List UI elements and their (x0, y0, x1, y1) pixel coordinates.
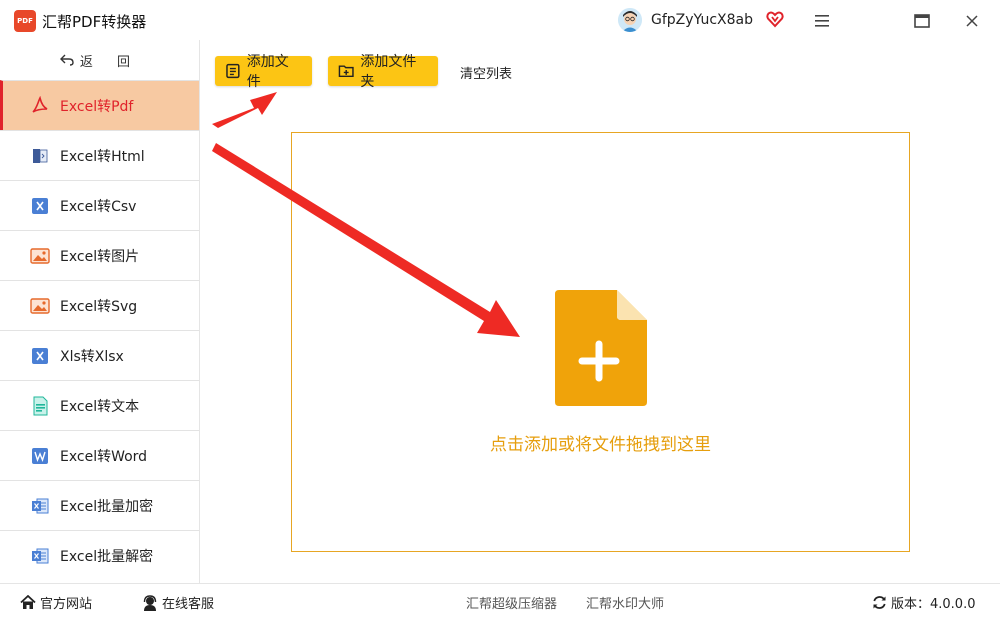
sidebar-item-label: Excel批量解密 (60, 548, 154, 565)
watermark-master-link[interactable]: 汇帮水印大师 (586, 593, 664, 612)
sidebar-item-excel-to-html[interactable]: Excel转Html (0, 130, 199, 180)
official-site-link[interactable]: 官方网站 (20, 593, 92, 612)
file-list-icon (226, 63, 240, 79)
online-service-label: 在线客服 (162, 597, 215, 612)
sidebar-item-excel-to-csv[interactable]: Excel转Csv (0, 180, 199, 230)
word-icon (32, 447, 48, 464)
excel-file-icon (32, 498, 49, 513)
compressor-link[interactable]: 汇帮超级压缩器 (466, 593, 557, 612)
add-file-button[interactable]: 添加文件 (215, 54, 312, 90)
home-icon (20, 595, 36, 609)
username[interactable]: GfpZyYucX8ab (651, 12, 753, 28)
pdf-icon (32, 95, 48, 113)
footer-bar: 官方网站 在线客服 汇帮超级压缩器 汇帮水印大师 版本：4.0.0.0 (0, 583, 1000, 617)
sidebar-item-label: Excel转Pdf (60, 98, 134, 115)
sidebar-item-excel-to-image[interactable]: Excel转图片 (0, 230, 199, 280)
back-label: 返 回 (79, 54, 141, 70)
back-button[interactable]: 返 回 (0, 40, 200, 80)
version-info: 版本：4.0.0.0 (872, 593, 975, 612)
clear-list-button[interactable]: 清空列表 (460, 63, 512, 82)
sidebar-item-label: Excel批量加密 (60, 498, 154, 515)
app-title: 汇帮PDF转换器 (42, 13, 147, 31)
version-label: 版本：4.0.0.0 (891, 597, 976, 612)
sidebar-item-excel-to-word[interactable]: Excel转Word (0, 430, 199, 480)
avatar[interactable] (618, 8, 642, 32)
excel-x-icon (32, 347, 48, 364)
sidebar-item-label: Excel转Svg (60, 298, 138, 315)
sidebar-item-xls-to-xlsx[interactable]: Xls转Xlsx (0, 330, 199, 380)
sidebar-item-label: Excel转图片 (60, 248, 140, 265)
sidebar-item-excel-to-svg[interactable]: Excel转Svg (0, 280, 199, 330)
maximize-icon[interactable] (908, 8, 936, 34)
title-bar: PDF 汇帮PDF转换器 GfpZyYucX8ab (0, 0, 1000, 40)
sidebar-item-label: Excel转Word (60, 448, 148, 465)
html-doc-icon (33, 148, 48, 163)
sidebar-item-excel-to-pdf[interactable]: Excel转Pdf (0, 80, 199, 130)
add-file-label: 添加文件 (246, 54, 289, 90)
app-logo-icon: PDF (14, 10, 36, 32)
sidebar-item-excel-to-text[interactable]: Excel转文本 (0, 380, 199, 430)
excel-x-icon (32, 197, 48, 214)
close-icon[interactable] (958, 8, 986, 34)
menu-icon[interactable] (808, 8, 836, 34)
add-folder-label: 添加文件夹 (360, 54, 417, 90)
excel-file-icon (32, 548, 49, 563)
sidebar: 返 回 Excel转Pdf Excel转Html Excel转Csv Excel… (0, 40, 200, 583)
arrow-to-add-file (212, 92, 277, 128)
official-site-label: 官方网站 (40, 597, 93, 612)
folder-add-icon (338, 65, 354, 78)
customer-service-icon (143, 594, 157, 611)
online-service-link[interactable]: 在线客服 (142, 593, 214, 612)
vip-heart-icon[interactable] (766, 10, 784, 28)
sidebar-item-label: Excel转Csv (60, 198, 137, 215)
refresh-icon (873, 596, 886, 609)
text-doc-icon (33, 396, 48, 415)
back-arrow-icon (59, 54, 74, 66)
add-folder-button[interactable]: 添加文件夹 (328, 54, 438, 90)
sidebar-item-label: Xls转Xlsx (60, 348, 124, 365)
sidebar-item-excel-batch-decrypt[interactable]: Excel批量解密 (0, 530, 199, 580)
sidebar-item-label: Excel转文本 (60, 398, 140, 415)
image-icon (30, 247, 50, 264)
image-icon (30, 297, 50, 314)
file-drop-zone[interactable]: 点击添加或将文件拖拽到这里 (291, 132, 910, 552)
sidebar-item-excel-batch-encrypt[interactable]: Excel批量加密 (0, 480, 199, 530)
add-file-icon[interactable] (555, 290, 647, 406)
drop-hint-text: 点击添加或将文件拖拽到这里 (490, 435, 711, 455)
sidebar-item-label: Excel转Html (60, 148, 145, 165)
